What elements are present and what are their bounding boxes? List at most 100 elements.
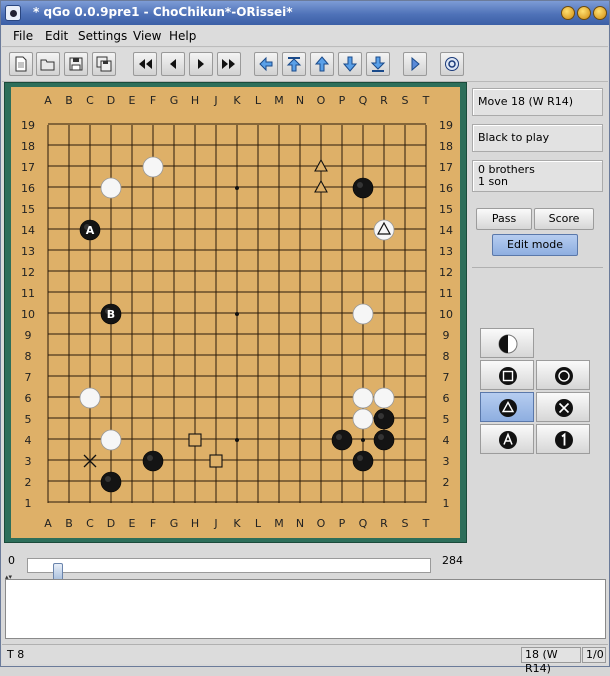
column-label: T [422,94,430,107]
column-label: F [150,517,156,530]
stone-highlight [105,476,111,482]
white-stone [352,408,374,430]
row-label: 3 [443,455,450,468]
black-stone [373,408,395,430]
white-stone [352,303,374,325]
row-label: 16 [439,182,453,195]
new-file-icon [15,56,27,72]
open-file-icon [40,59,55,71]
black-stone [373,429,395,451]
comment-box[interactable] [5,579,606,639]
maximize-icon[interactable] [577,6,591,20]
number-tool-button[interactable] [536,424,590,454]
hoshi-point [235,312,239,316]
row-label: 12 [21,266,35,279]
stone-highlight [336,434,342,440]
previous-variation-button[interactable] [254,52,278,76]
play-icon [411,56,420,72]
column-label: S [402,94,409,107]
play-button[interactable] [403,52,427,76]
square-tool-button[interactable] [480,360,534,390]
row-label: 15 [439,203,453,216]
menu-bar: File Edit Settings View Help [2,25,608,47]
menu-settings[interactable]: Settings [78,29,127,43]
next-move-icon [198,59,204,69]
stone-highlight [147,455,153,461]
black-stone [331,429,353,451]
variation-info: 0 brothers 1 son [472,160,603,192]
down-branch-button[interactable] [338,52,362,76]
menu-view[interactable]: View [133,29,161,43]
stone-tool-button[interactable] [480,328,534,358]
hoshi-point [361,438,365,442]
square-mark [188,433,202,447]
next-move-button[interactable] [189,52,213,76]
column-label: P [339,517,346,530]
row-label: 6 [443,392,450,405]
next-variation-button[interactable] [366,52,390,76]
up-branch-button[interactable] [310,52,334,76]
first-move-icon [139,59,152,69]
column-label: G [170,517,179,530]
edit-mode-button[interactable]: Edit mode [492,234,578,256]
minimize-icon[interactable] [561,6,575,20]
status-bar: T 8 18 (W R14) 1/0 [2,644,608,675]
white-stone [352,387,374,409]
row-label: 18 [439,140,453,153]
circle-tool-button[interactable] [536,360,590,390]
circle-mark-icon [555,367,573,385]
letter-tool-button[interactable] [480,424,534,454]
save-as-button[interactable] [92,52,116,76]
white-stone [373,387,395,409]
new-file-button[interactable] [9,52,33,76]
column-label: H [191,94,199,107]
row-label: 5 [443,413,450,426]
square-mark-icon [499,367,517,385]
divider [472,267,603,268]
row-label: 15 [21,203,35,216]
column-label: N [296,517,304,530]
main-branch-button[interactable] [282,52,306,76]
up-branch-icon [314,56,330,72]
black-stone [352,450,374,472]
row-label: 14 [21,224,35,237]
cross-tool-button[interactable] [536,392,590,422]
row-label: 10 [21,308,35,321]
column-label: A [44,94,52,107]
black-stone [352,177,374,199]
column-label: R [380,94,388,107]
menu-edit[interactable]: Edit [45,29,68,43]
last-move-icon [222,59,235,69]
title-bar[interactable]: * qGo 0.0.9pre1 - ChoChikun*-ORissei* [1,1,609,25]
row-label: 7 [25,371,32,384]
pass-button[interactable]: Pass [476,208,532,230]
menu-file[interactable]: File [13,29,33,43]
next-variation-icon [370,56,386,72]
app-icon[interactable] [5,5,21,21]
move-slider[interactable] [27,558,431,581]
about-button[interactable] [440,52,464,76]
triangle-tool-button[interactable] [480,392,534,422]
score-button[interactable]: Score [534,208,594,230]
stone-label: A [86,224,95,237]
row-label: 9 [443,329,450,342]
column-label: M [274,94,284,107]
slider-min-label: 0 [8,554,15,567]
first-move-button[interactable] [133,52,157,76]
save-button[interactable] [64,52,88,76]
row-label: 12 [439,266,453,279]
go-board[interactable]: A A B B C C D D E E F F G G H H J J K K L L M M N N O O P P Q Q R R S S T T 19… [11,87,460,538]
close-icon[interactable] [593,6,607,20]
row-label: 9 [25,329,32,342]
save-as-icon [96,56,112,72]
previous-move-button[interactable] [161,52,185,76]
row-label: 3 [25,455,32,468]
last-move-button[interactable] [217,52,241,76]
stone-label: B [107,308,115,321]
menu-help[interactable]: Help [169,29,196,43]
main-branch-icon [286,57,302,72]
open-file-button[interactable] [36,52,60,76]
board-canvas[interactable]: AABBCCDDEEFFGGHHJJKKLLMMNNOOPPQQRRSSTT19… [11,87,460,538]
row-label: 5 [25,413,32,426]
stone-highlight [357,455,363,461]
